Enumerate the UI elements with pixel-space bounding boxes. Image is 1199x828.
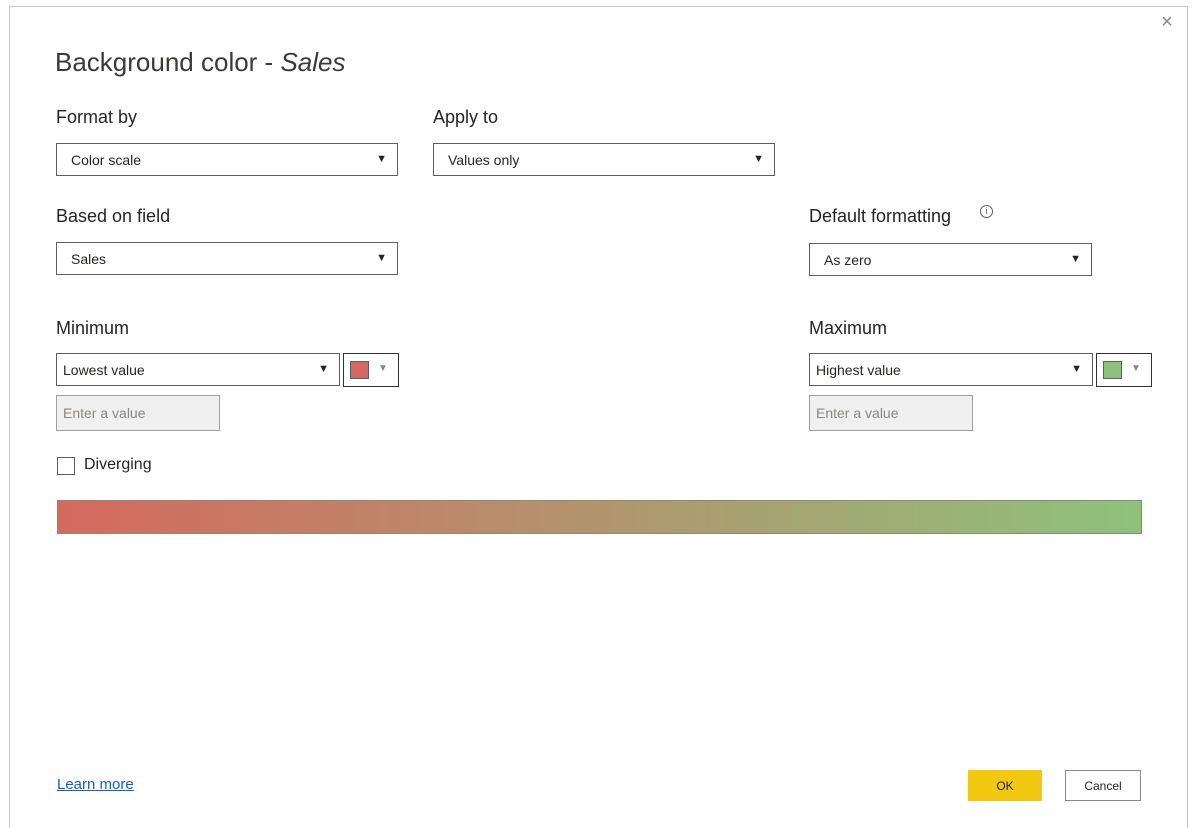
minimum-color-picker[interactable]: ▼ [343, 353, 399, 387]
minimum-color-swatch [350, 361, 369, 379]
learn-more-link[interactable]: Learn more [57, 776, 134, 793]
maximum-color-swatch [1103, 361, 1122, 379]
chevron-down-icon: ▼ [376, 153, 387, 165]
default-formatting-label: Default formatting [809, 206, 952, 226]
maximum-value-placeholder: Enter a value [816, 405, 899, 421]
color-scale-preview [57, 500, 1142, 534]
format-by-label: Format by [56, 107, 138, 127]
apply-to-value: Values only [448, 151, 520, 168]
dialog-title-field: Sales [280, 47, 346, 77]
diverging-label: Diverging [84, 456, 152, 473]
minimum-value-input[interactable]: Enter a value [56, 395, 220, 431]
maximum-label: Maximum [809, 318, 888, 338]
maximum-dropdown[interactable]: Highest value ▼ [809, 353, 1093, 386]
apply-to-label: Apply to [433, 107, 499, 127]
format-by-dropdown[interactable]: Color scale ▼ [56, 143, 398, 176]
minimum-label: Minimum [56, 318, 130, 338]
dialog-title-prefix: Background color - [55, 47, 281, 77]
chevron-down-icon: ▼ [378, 363, 388, 374]
chevron-down-icon: ▼ [1071, 363, 1082, 375]
chevron-down-icon: ▼ [376, 252, 387, 264]
ok-button[interactable]: OK [968, 770, 1042, 801]
close-icon[interactable]: × [1157, 12, 1177, 32]
based-on-field-dropdown[interactable]: Sales ▼ [56, 242, 398, 275]
diverging-checkbox[interactable] [57, 457, 75, 475]
minimum-value: Lowest value [63, 361, 145, 378]
minimum-dropdown[interactable]: Lowest value ▼ [56, 353, 340, 386]
maximum-value-input[interactable]: Enter a value [809, 395, 973, 431]
apply-to-dropdown[interactable]: Values only ▼ [433, 143, 775, 176]
default-formatting-dropdown[interactable]: As zero ▼ [809, 243, 1092, 276]
chevron-down-icon: ▼ [1070, 253, 1081, 265]
minimum-value-placeholder: Enter a value [63, 405, 146, 421]
chevron-down-icon: ▼ [318, 363, 329, 375]
based-on-field-label: Based on field [56, 206, 171, 226]
chevron-down-icon: ▼ [753, 153, 764, 165]
maximum-color-picker[interactable]: ▼ [1096, 353, 1152, 387]
format-by-value: Color scale [71, 151, 142, 168]
maximum-value: Highest value [816, 361, 901, 378]
chevron-down-icon: ▼ [1131, 363, 1141, 374]
cancel-button[interactable]: Cancel [1065, 770, 1141, 801]
default-formatting-value: As zero [824, 251, 872, 268]
info-icon[interactable]: i [980, 205, 993, 218]
dialog-title: Background color - Sales [55, 47, 346, 78]
based-on-field-value: Sales [71, 250, 107, 267]
